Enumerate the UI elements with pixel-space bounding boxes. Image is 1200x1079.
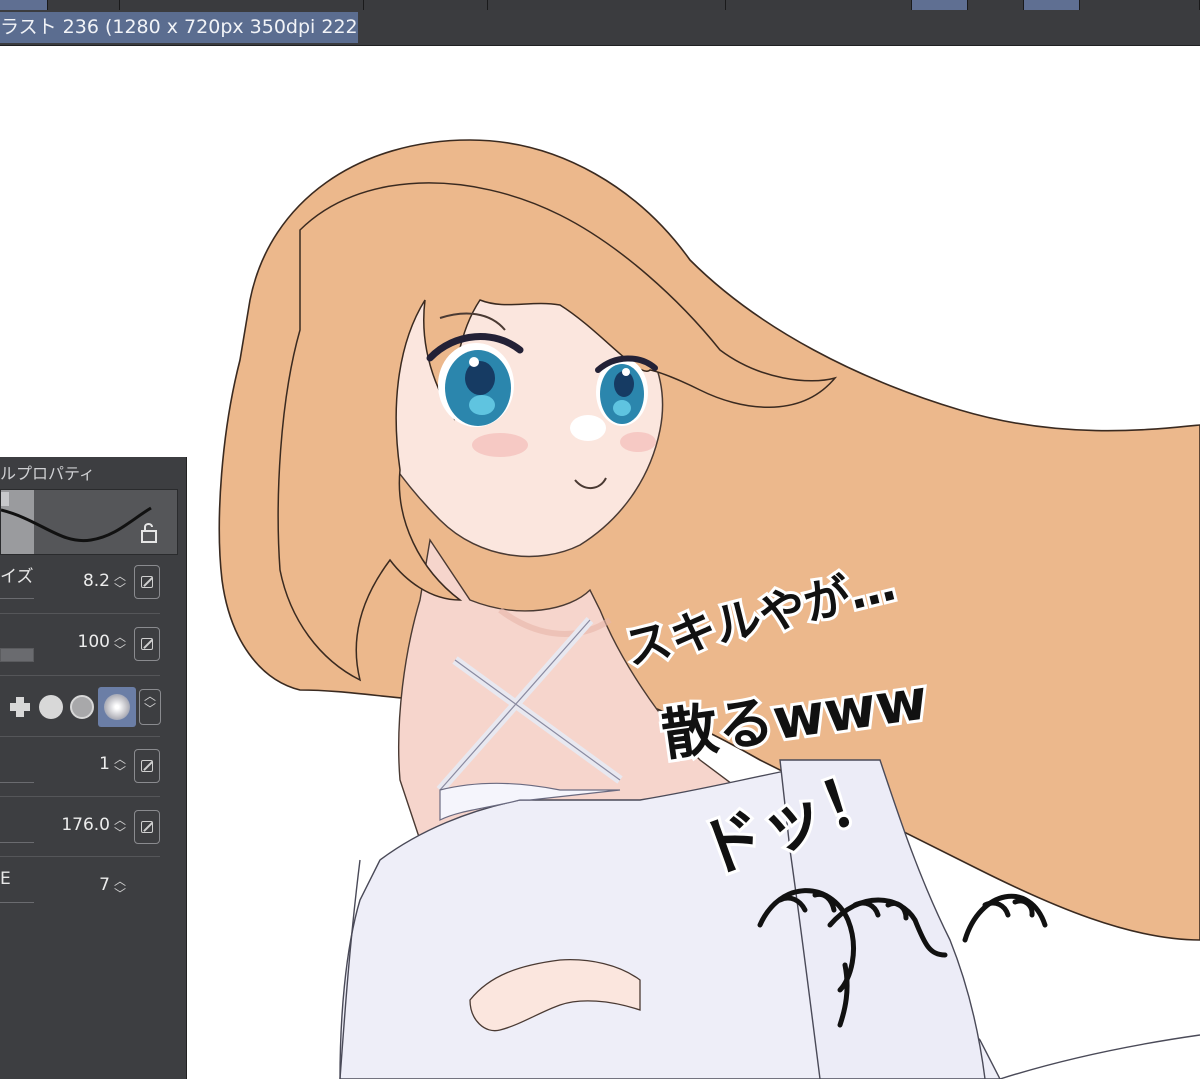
- param-b-pressure-button[interactable]: [134, 810, 160, 844]
- tip-circle-icon: [38, 695, 63, 719]
- top-toolbar-strip: [0, 0, 1200, 10]
- param-c-label: E: [0, 869, 11, 889]
- brush-size-value[interactable]: 8.2: [40, 571, 110, 591]
- field-underline: [0, 598, 34, 599]
- brush-size-stepper[interactable]: ︿ ﹀: [112, 570, 128, 600]
- opacity-stepper[interactable]: ︿ ﹀: [112, 631, 128, 661]
- field-underline: [0, 842, 34, 843]
- opacity-value[interactable]: 100: [40, 632, 110, 652]
- param-c-value[interactable]: 7: [40, 875, 110, 895]
- param-b-stepper[interactable]: ︿ ﹀: [112, 814, 128, 844]
- panel-title: ルプロパティ: [0, 464, 96, 483]
- unlock-icon[interactable]: [139, 522, 159, 544]
- param-a-pressure-button[interactable]: [134, 749, 160, 783]
- param-a-value[interactable]: 1: [40, 754, 110, 774]
- toolbar-button[interactable]: [912, 0, 968, 10]
- brush-tip-option[interactable]: [4, 687, 35, 727]
- brush-tip-option[interactable]: [66, 687, 97, 727]
- document-tab-label: ラスト 236 (1280 x 720px 350dpi 222.5%): [0, 16, 358, 38]
- opacity-pressure-button[interactable]: [134, 627, 160, 661]
- tip-soft-circle-icon: [69, 695, 94, 719]
- document-tab-bar: ラスト 236 (1280 x 720px 350dpi 222.5%): [0, 10, 1200, 46]
- param-b-value[interactable]: 176.0: [40, 815, 110, 835]
- brush-size-pressure-button[interactable]: [134, 565, 160, 599]
- toolbar-button[interactable]: [726, 0, 912, 10]
- toolbar-button[interactable]: [488, 0, 726, 10]
- toolbar-button[interactable]: [968, 0, 1024, 10]
- brush-tip-option[interactable]: [35, 687, 66, 727]
- brush-tip-stepper[interactable]: ︿ ﹀: [139, 689, 161, 725]
- toolbar-button[interactable]: [364, 0, 488, 10]
- divider: [0, 856, 160, 857]
- param-c-stepper[interactable]: ︿ ﹀: [112, 875, 128, 905]
- field-underline: [0, 782, 34, 783]
- toolbar-button[interactable]: [1080, 0, 1200, 10]
- divider: [0, 736, 160, 737]
- divider: [0, 675, 160, 676]
- tip-airbrush-icon: [104, 694, 130, 720]
- toolbar-button[interactable]: [0, 0, 48, 10]
- brush-curve-preview[interactable]: [0, 489, 178, 555]
- document-tab[interactable]: ラスト 236 (1280 x 720px 350dpi 222.5%): [0, 12, 358, 43]
- opacity-slider[interactable]: [0, 648, 34, 662]
- tip-shape-icon: [9, 697, 30, 717]
- toolbar-button[interactable]: [48, 0, 120, 10]
- toolbar-button[interactable]: [120, 0, 364, 10]
- field-underline: [0, 902, 34, 903]
- tool-property-panel: ルプロパティ イズ 8.2 ︿ ﹀ 100 ︿ ﹀ ︿ ﹀ 1 ︿ ﹀ 176.…: [0, 457, 187, 1079]
- brush-tip-option-selected[interactable]: [98, 687, 136, 727]
- divider: [0, 796, 160, 797]
- divider: [0, 613, 160, 614]
- brush-size-label: イズ: [0, 567, 34, 587]
- param-a-stepper[interactable]: ︿ ﹀: [112, 753, 128, 783]
- toolbar-button[interactable]: [1024, 0, 1080, 10]
